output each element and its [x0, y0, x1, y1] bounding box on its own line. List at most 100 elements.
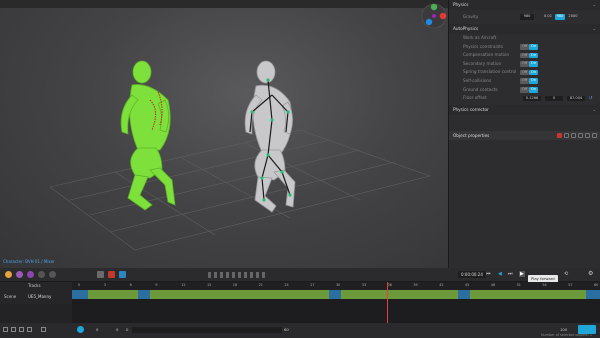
grid-icon[interactable]	[564, 133, 569, 138]
on-toggle[interactable]: On	[529, 78, 538, 84]
track-area[interactable]	[72, 299, 600, 323]
floor-offset-row: Floor offset 0.1266 0 87.004 ↺	[449, 94, 600, 103]
timeline-panel: 0:00:00:24 ⏮ ◀ ⏭ ▶ ⟲ ⚙ Play forward Trac…	[0, 268, 600, 338]
panel-icon[interactable]	[11, 327, 16, 332]
animation-clip-bar[interactable]	[72, 290, 600, 299]
autophysics-row: Compensation motion Off On	[463, 52, 538, 59]
ruler-tick-label: 33	[361, 283, 367, 287]
gravity-row: Gravity 980 0.01 980 2000	[463, 14, 579, 20]
record-icon[interactable]	[16, 271, 23, 278]
green-character[interactable]	[120, 60, 176, 211]
undo-icon[interactable]	[49, 271, 56, 278]
ruler-tick-label: 45	[465, 283, 470, 287]
time-display[interactable]: 0:00:00:24	[458, 271, 486, 278]
object-properties-header[interactable]: Object properties	[449, 131, 600, 140]
clip-segment[interactable]	[138, 290, 150, 299]
scene-label[interactable]: Scene	[4, 294, 16, 299]
physics-section-title[interactable]: Physics ⌄	[449, 0, 600, 10]
playhead[interactable]	[387, 282, 388, 323]
floor-offset-z[interactable]: 87.004	[567, 95, 585, 102]
eye-icon[interactable]	[592, 133, 597, 138]
on-toggle[interactable]: On	[529, 69, 538, 76]
layers-icon[interactable]	[571, 133, 576, 138]
floor-offset-x[interactable]: 0.1266	[523, 95, 541, 102]
x-axis-icon	[439, 12, 447, 20]
clip-segment[interactable]	[329, 290, 341, 299]
frame-start-field[interactable]: 0	[96, 327, 98, 332]
skip-forward-icon[interactable]: ⏭	[508, 271, 513, 277]
gravity-field-4[interactable]: 2000	[567, 14, 579, 20]
loop-toggle-icon[interactable]: ⟲	[564, 271, 568, 277]
panel-icon[interactable]	[41, 327, 46, 332]
off-toggle[interactable]: Off	[520, 78, 529, 84]
clip-segment[interactable]	[72, 290, 88, 299]
frame-field-a[interactable]: 0	[116, 327, 118, 332]
color-icon[interactable]	[557, 133, 562, 138]
clip-segment[interactable]	[458, 290, 470, 299]
autophysics-rows: Work as Aircraft Physics constraints Off O…	[449, 34, 600, 103]
ruler-tick-label: 42	[439, 283, 444, 287]
reset-icon[interactable]: ↺	[589, 94, 593, 103]
time-ruler[interactable]: 0 3 6 9 12 15 18 21 24 27 30 33 36 39 42 45 48 51 54 57 60	[72, 282, 600, 290]
autophysics-section-title[interactable]: AutoPhysics ⌄	[449, 24, 600, 34]
corrector-section-title[interactable]: Physics corrector ⌄	[449, 104, 600, 115]
autophysics-row: Secondary motion Off On	[463, 60, 538, 67]
off-toggle[interactable]: Off	[520, 52, 529, 59]
timeline-toolbar: 0:00:00:24 ⏮ ◀ ⏭ ▶ ⟲ ⚙	[0, 268, 600, 282]
skip-back-icon[interactable]: ⏮	[486, 271, 491, 277]
status-bar: 0 0 0 60 100 Number of selected objects:…	[0, 323, 600, 338]
zoom-field[interactable]: 100	[560, 327, 567, 332]
off-toggle[interactable]: Off	[520, 69, 529, 76]
settings-icon[interactable]	[585, 133, 590, 138]
ruler-tick-label: 51	[516, 283, 521, 287]
tool-icon[interactable]	[97, 271, 104, 278]
clip-segment[interactable]	[586, 290, 600, 299]
gear-icon[interactable]: ⚙	[588, 270, 593, 277]
tracks-label: Tracks	[28, 283, 41, 288]
z-axis-icon	[425, 18, 433, 26]
on-toggle[interactable]: On	[529, 61, 538, 67]
loop-icon[interactable]	[38, 271, 45, 278]
ruler-tick-label: 54	[542, 283, 547, 287]
pin-icon[interactable]	[108, 271, 115, 278]
autophysics-row: Work as Aircraft	[463, 35, 497, 40]
frame-range-slider[interactable]	[132, 327, 282, 333]
layer-icon[interactable]	[27, 271, 34, 278]
gravity-field-1[interactable]: 980	[520, 14, 534, 20]
properties-panel: Physics ⌄ Gravity 980 0.01 980 2000 AutoP…	[448, 0, 600, 268]
play-forward-button[interactable]: ▶	[519, 271, 525, 277]
ruler-tick-label: 15	[207, 283, 212, 287]
scene-canvas[interactable]	[0, 0, 448, 268]
play-back-icon[interactable]: ◀	[498, 271, 502, 277]
axis-gizmo[interactable]	[420, 2, 448, 30]
y-axis-icon	[430, 3, 438, 11]
fps-field[interactable]: 60	[284, 327, 289, 332]
record-button[interactable]	[77, 326, 84, 333]
on-toggle[interactable]: On	[529, 44, 538, 50]
floor-offset-y[interactable]: 0	[545, 95, 563, 102]
ruler-tick-label: 24	[284, 283, 289, 287]
gravity-field-3[interactable]: 980	[555, 14, 565, 20]
off-toggle[interactable]: Off	[520, 44, 529, 50]
ruler-tick-label: 27	[310, 283, 315, 287]
off-toggle[interactable]: Off	[520, 87, 529, 93]
on-toggle[interactable]: On	[529, 52, 538, 59]
panel-icon[interactable]	[27, 327, 32, 332]
3d-viewport[interactable]: Character: BVH 01 / Mixer	[0, 0, 448, 268]
status-text: Number of selected objects: 1	[541, 333, 593, 337]
ruler-tick-label: 18	[232, 283, 238, 287]
gravity-field-2[interactable]: 0.01	[543, 14, 553, 20]
curve-tools[interactable]	[208, 272, 268, 278]
frame-field-b[interactable]: 0	[126, 327, 128, 332]
wrench-icon[interactable]	[119, 271, 126, 278]
key-icon[interactable]	[5, 271, 12, 278]
ruler-tick-label: 12	[181, 283, 186, 287]
panel-icon[interactable]	[3, 327, 8, 332]
list-icon[interactable]	[578, 133, 583, 138]
chevron-down-icon: ⌄	[592, 26, 596, 31]
panel-icon[interactable]	[19, 327, 24, 332]
on-toggle[interactable]: On	[529, 87, 538, 93]
track-name[interactable]: UE5_Manny	[28, 294, 51, 299]
off-toggle[interactable]: Off	[520, 61, 529, 67]
viewport-caption: Character: BVH 01 / Mixer	[3, 259, 55, 264]
